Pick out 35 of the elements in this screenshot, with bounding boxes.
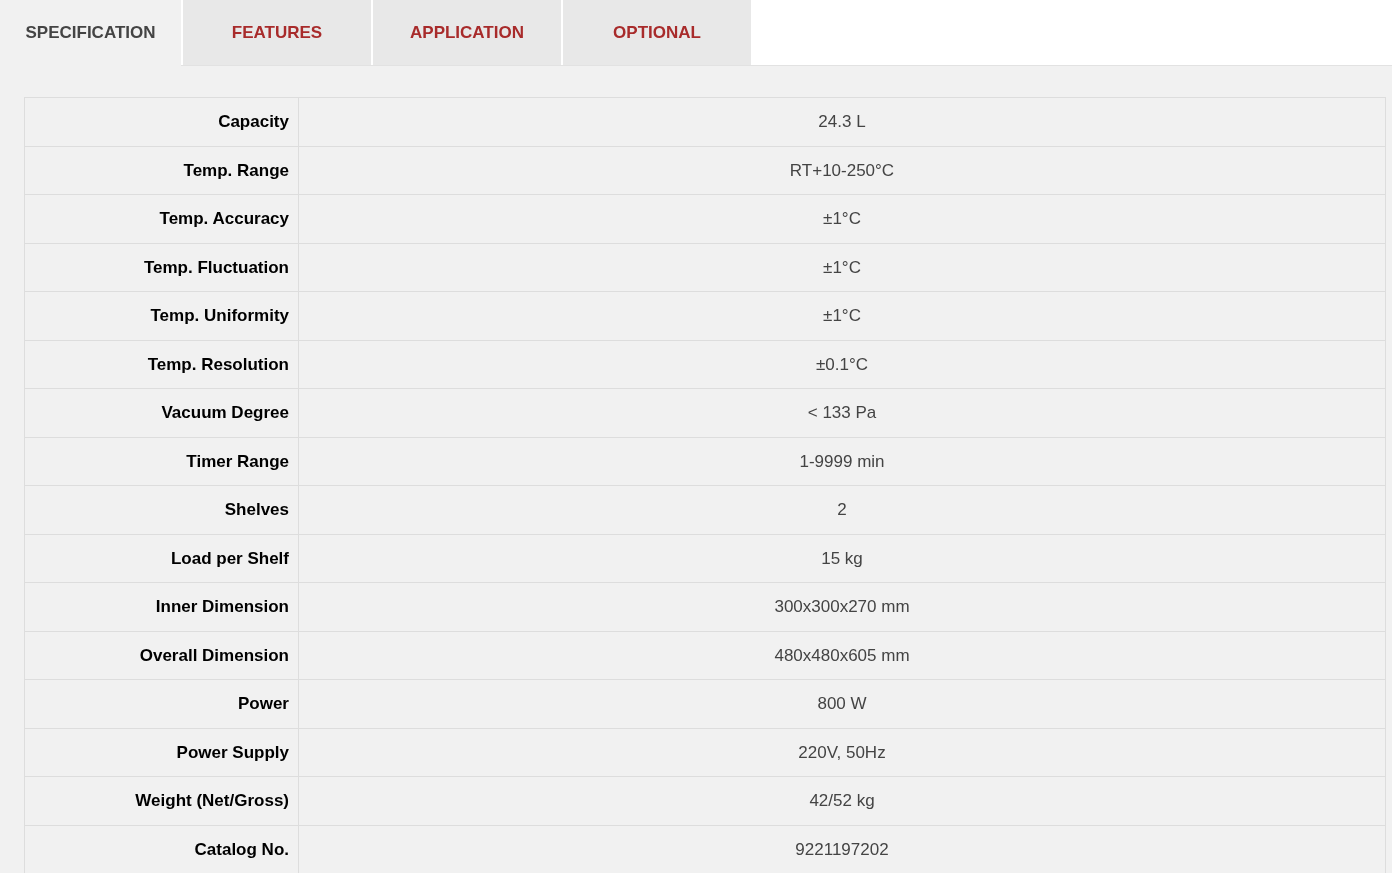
spec-label: Catalog No. (24, 825, 299, 873)
spec-value: ±1°C (298, 243, 1386, 292)
spec-label: Temp. Range (24, 146, 299, 195)
spec-label: Temp. Resolution (24, 340, 299, 389)
spec-label: Timer Range (24, 437, 299, 486)
spec-value: 2 (298, 485, 1386, 534)
spec-value: ±0.1°C (298, 340, 1386, 389)
tab[interactable]: SPECIFICATION (0, 0, 181, 66)
spec-label: Shelves (24, 485, 299, 534)
spec-value: 480x480x605 mm (298, 631, 1386, 680)
spec-label: Temp. Accuracy (24, 194, 299, 243)
tab[interactable]: FEATURES (183, 0, 371, 65)
spec-label: Vacuum Degree (24, 388, 299, 437)
spec-value: 800 W (298, 679, 1386, 728)
spec-value: < 133 Pa (298, 388, 1386, 437)
spec-value: ±1°C (298, 291, 1386, 340)
spec-label: Weight (Net/Gross) (24, 776, 299, 825)
spec-value: 1-9999 min (298, 437, 1386, 486)
spec-label: Temp. Fluctuation (24, 243, 299, 292)
spec-value: 300x300x270 mm (298, 582, 1386, 631)
spec-label: Capacity (24, 97, 299, 146)
spec-label: Inner Dimension (24, 582, 299, 631)
spec-value: 220V, 50Hz (298, 728, 1386, 777)
spec-label: Overall Dimension (24, 631, 299, 680)
spec-value: 42/52 kg (298, 776, 1386, 825)
spec-value: ±1°C (298, 194, 1386, 243)
spec-label: Power Supply (24, 728, 299, 777)
spec-label: Load per Shelf (24, 534, 299, 583)
spec-label: Power (24, 679, 299, 728)
tab[interactable]: APPLICATION (373, 0, 561, 65)
tab[interactable]: OPTIONAL (563, 0, 751, 65)
spec-value: 24.3 L (298, 97, 1386, 146)
spec-value: RT+10-250°C (298, 146, 1386, 195)
spec-value: 15 kg (298, 534, 1386, 583)
spec-label: Temp. Uniformity (24, 291, 299, 340)
